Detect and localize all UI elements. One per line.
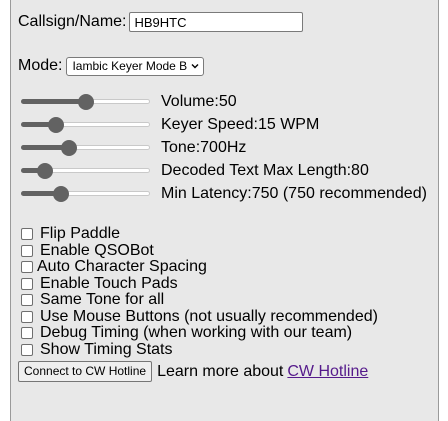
callsign-label: Callsign/Name:: [18, 13, 127, 30]
option-label: Show Timing Stats: [40, 340, 173, 358]
slider-thumb[interactable]: [48, 116, 65, 133]
slider-thumb[interactable]: [77, 93, 94, 110]
min-latency-label: Min Latency:750 (750 recommended): [161, 184, 427, 202]
auto-character-spacing-checkbox[interactable]: [21, 261, 33, 274]
option-label: Use Mouse Buttons (not usually recommend…: [40, 307, 378, 325]
option-label: Same Tone for all: [40, 291, 165, 309]
flip-paddle-checkbox[interactable]: [21, 228, 33, 241]
slider-row-tone: Tone:700Hz: [18, 136, 438, 159]
decoded-length-label: Decoded Text Max Length:80: [161, 161, 369, 179]
decoded-length-slider[interactable]: [21, 162, 150, 179]
slider-thumb[interactable]: [52, 185, 69, 202]
slider-thumb[interactable]: [60, 139, 77, 156]
mode-select-value: Iambic Keyer Mode B: [72, 58, 188, 73]
slider-row-decoded-length: Decoded Text Max Length:80: [18, 159, 438, 182]
settings-panel: Callsign/Name: Mode: Iambic Keyer Mode B…: [10, 0, 439, 421]
option-enable-qsobot: Enable QSOBot: [18, 241, 438, 260]
cw-hotline-link[interactable]: CW Hotline: [287, 363, 368, 381]
mode-select[interactable]: Iambic Keyer Mode B: [66, 56, 205, 76]
mode-label: Mode:: [18, 57, 63, 74]
show-timing-stats-checkbox[interactable]: [21, 343, 33, 356]
keyer-speed-slider[interactable]: [21, 116, 150, 133]
option-label: Enable QSOBot: [40, 241, 154, 259]
same-tone-checkbox[interactable]: [21, 294, 33, 307]
slider-row-min-latency: Min Latency:750 (750 recommended): [18, 182, 438, 205]
use-mouse-buttons-checkbox[interactable]: [21, 310, 33, 323]
option-flip-paddle: Flip Paddle: [18, 225, 438, 243]
chevron-down-icon: [191, 64, 199, 69]
min-latency-slider[interactable]: [21, 185, 150, 202]
option-label: Enable Touch Pads: [40, 274, 178, 292]
keyer-speed-label: Keyer Speed:15 WPM: [161, 115, 320, 133]
volume-label: Volume:50: [161, 92, 237, 110]
tone-label: Tone:700Hz: [161, 138, 247, 156]
option-debug-timing: Debug Timing (when working with our team…: [18, 324, 438, 342]
callsign-input[interactable]: [129, 12, 304, 32]
connect-button[interactable]: Connect to CW Hotline: [18, 361, 153, 382]
slider-row-keyer-speed: Keyer Speed:15 WPM: [18, 113, 438, 136]
option-show-timing-stats: Show Timing Stats: [18, 340, 438, 359]
slider-list: Volume:50 Keyer Speed:15 WPM Tone:700Hz: [18, 90, 438, 205]
debug-timing-checkbox[interactable]: [21, 327, 33, 340]
option-list: Flip Paddle Enable QSOBot Auto Character…: [18, 225, 438, 359]
connect-row: Connect to CW Hotline Learn more about C…: [18, 361, 438, 382]
option-label: Flip Paddle: [40, 225, 121, 243]
tone-slider[interactable]: [21, 139, 150, 156]
option-auto-character-spacing: Auto Character Spacing: [18, 258, 438, 276]
option-same-tone: Same Tone for all: [18, 291, 438, 309]
slider-fill: [21, 98, 86, 104]
slider-row-volume: Volume:50: [18, 90, 438, 113]
enable-qsobot-checkbox[interactable]: [21, 244, 33, 257]
option-label: Debug Timing (when working with our team…: [40, 324, 353, 342]
option-use-mouse-buttons: Use Mouse Buttons (not usually recommend…: [18, 307, 438, 326]
option-label: Auto Character Spacing: [37, 258, 207, 276]
volume-slider[interactable]: [21, 93, 150, 110]
mode-row: Mode: Iambic Keyer Mode B: [18, 55, 438, 77]
slider-thumb[interactable]: [36, 162, 53, 179]
learn-more-text: Learn more about: [157, 362, 284, 380]
callsign-row: Callsign/Name:: [18, 9, 438, 35]
option-enable-touch-pads: Enable Touch Pads: [18, 274, 438, 293]
enable-touch-pads-checkbox[interactable]: [21, 277, 33, 290]
